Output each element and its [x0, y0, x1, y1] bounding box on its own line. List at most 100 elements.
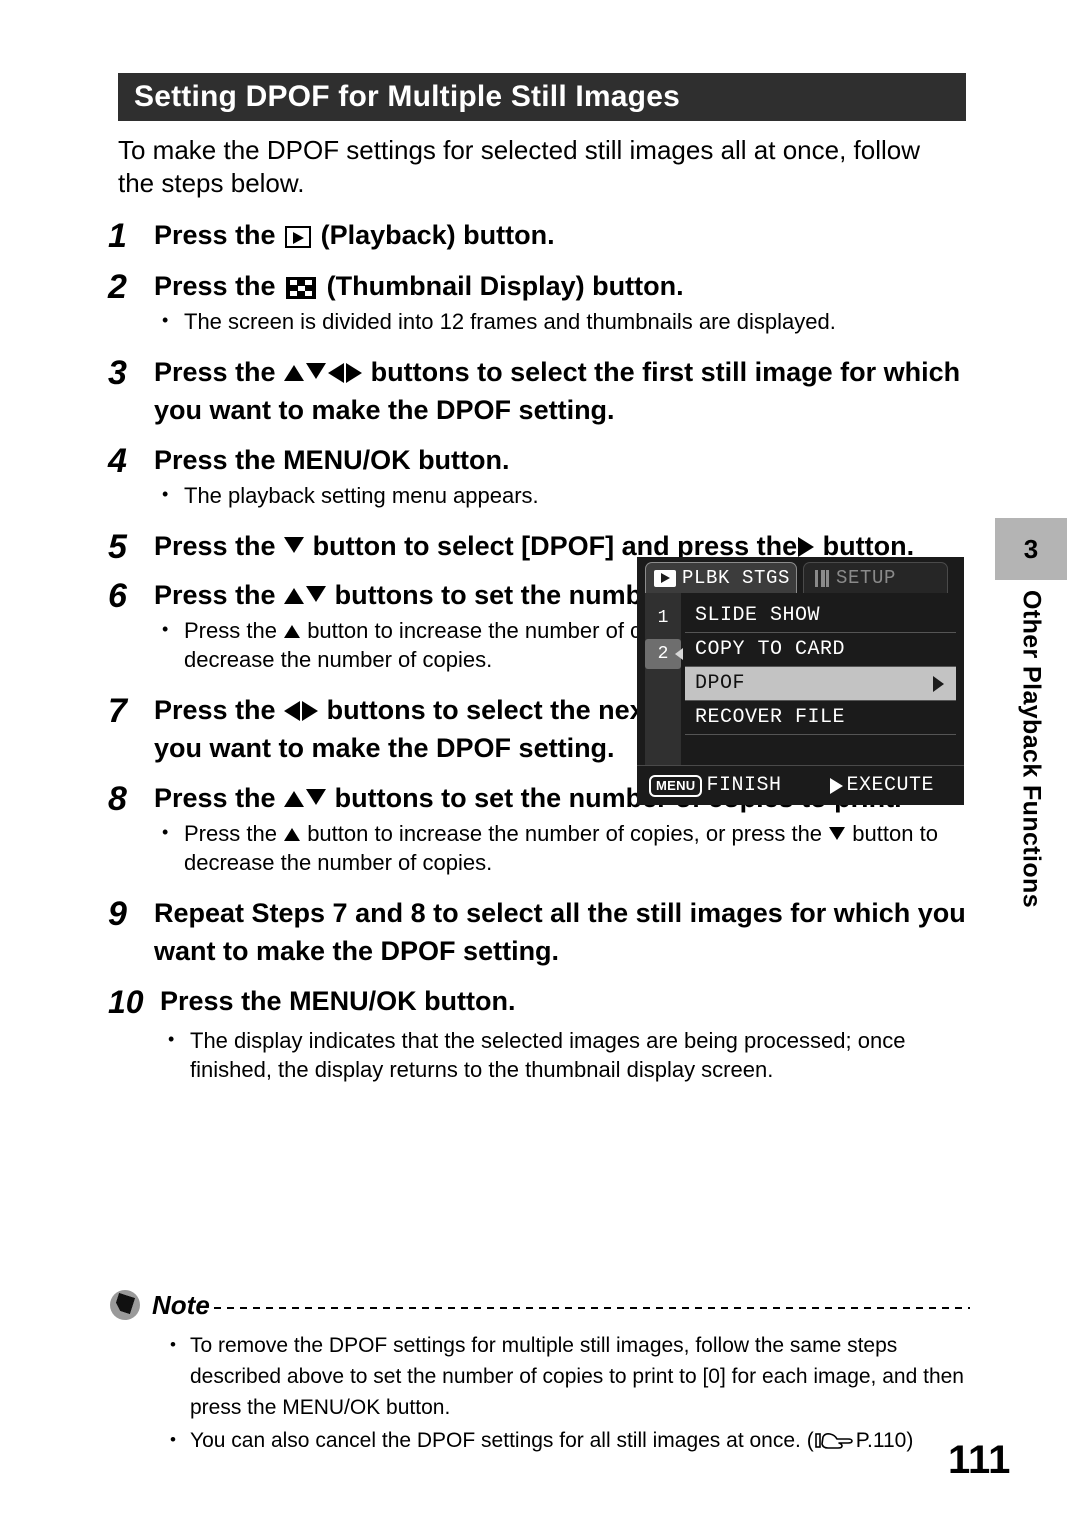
lcd-tab-label: PLBK STGS: [682, 567, 791, 589]
menu-button-chip[interactable]: MENU: [649, 774, 703, 797]
up-arrow-icon: [284, 625, 301, 638]
step-number: 3: [108, 354, 127, 392]
step-10-bullet: The display indicates that the selected …: [160, 1025, 976, 1084]
step-number: 7: [108, 692, 127, 730]
manual-page: Setting DPOF for Multiple Still Images T…: [0, 0, 1080, 1521]
step-4-bullet: The playback setting menu appears.: [154, 480, 976, 510]
note-pencil-icon: [110, 1290, 140, 1320]
step-2-bullet: The screen is divided into 12 frames and…: [154, 306, 976, 336]
down-arrow-icon: [829, 827, 846, 840]
step-4-heading: Press the MENU/OK button.: [154, 445, 510, 475]
lcd-menu-label: COPY TO CARD: [695, 638, 846, 661]
step-number: 9: [108, 895, 127, 933]
lcd-menu-item-copy-to-card[interactable]: COPY TO CARD: [685, 633, 956, 667]
chapter-tab: 3: [995, 518, 1067, 580]
step-1-text-after: (Playback) button.: [320, 220, 555, 250]
right-arrow-icon: [302, 701, 319, 721]
pointing-hand-reference-icon: [814, 1431, 855, 1451]
note-header: Note: [110, 1288, 970, 1322]
step-1-text-before: Press the: [154, 220, 276, 250]
step-8-bullet-b: button to increase the number of copies,…: [307, 821, 823, 846]
lcd-menu-item-recover-file[interactable]: RECOVER FILE: [685, 701, 956, 735]
intro-paragraph: To make the DPOF settings for selected s…: [118, 135, 921, 198]
note-divider: [213, 1307, 970, 1309]
playback-icon: [285, 226, 312, 248]
lcd-tab-label: SETUP: [836, 567, 897, 589]
lcd-menu-label: RECOVER FILE: [695, 706, 846, 729]
lcd-menu-label: DPOF: [695, 672, 746, 695]
down-arrow-icon: [306, 789, 327, 805]
left-arrow-icon: [284, 701, 301, 721]
note-reference-close: ): [906, 1429, 914, 1452]
lcd-tab-setup[interactable]: SETUP: [803, 562, 948, 593]
chapter-number: 3: [1023, 533, 1039, 564]
step-10-heading: Press the MENU/OK button.: [160, 986, 516, 1016]
lcd-menu-label: SLIDE SHOW: [695, 604, 821, 627]
up-arrow-icon: [284, 588, 305, 604]
up-arrow-icon: [284, 828, 301, 841]
step-number: 5: [108, 528, 127, 566]
down-arrow-icon: [306, 586, 327, 602]
step-number: 6: [108, 577, 127, 615]
step-2-text-after: (Thumbnail Display) button.: [326, 271, 684, 301]
note-reference-page: P.110: [855, 1429, 907, 1452]
step-5-text-before: Press the: [154, 531, 276, 561]
right-arrow-icon: [346, 363, 363, 383]
step-1: 1 Press the (Playback) button.: [108, 216, 976, 255]
note-title: Note: [152, 1289, 210, 1320]
right-arrow-icon: [829, 777, 843, 794]
lcd-tab-playback-settings[interactable]: PLBK STGS: [645, 562, 797, 593]
lcd-menu-list: SLIDE SHOW COPY TO CARD DPOF RECOVER FIL…: [685, 599, 956, 769]
right-arrow-icon: [798, 537, 815, 557]
chapter-label-vertical: Other Playback Functions: [995, 590, 1067, 980]
up-arrow-icon: [284, 791, 305, 807]
down-arrow-icon: [306, 363, 327, 379]
step-number: 1: [108, 217, 127, 255]
lcd-page-marker-1[interactable]: 1: [645, 603, 681, 633]
step-3-heading: Press the buttons to select the first st…: [154, 353, 976, 429]
lcd-menu-item-empty: [685, 735, 956, 769]
note-bullet-list: To remove the DPOF settings for multiple…: [110, 1329, 970, 1456]
up-arrow-icon: [284, 365, 305, 381]
step-9-heading: Repeat Steps 7 and 8 to select all the s…: [154, 898, 966, 966]
step-number: 2: [108, 268, 127, 306]
lcd-footer-bar: MENU FINISH EXECUTE: [637, 765, 964, 805]
camera-lcd-screenshot: PLBK STGS SETUP 1 2 SLIDE SHOW COPY TO C…: [637, 557, 964, 805]
step-4: 4 Press the MENU/OK button. The playback…: [108, 441, 976, 511]
lcd-finish-label: FINISH: [706, 774, 782, 797]
step-2: 2 Press the (Thumbnail Display) button. …: [108, 267, 976, 337]
page-title: Setting DPOF for Multiple Still Images: [134, 80, 680, 113]
step-8-text-before: Press the: [154, 783, 276, 813]
step-8-bullet-a: Press the: [184, 821, 277, 846]
lcd-execute-label: EXECUTE: [846, 774, 935, 797]
down-arrow-icon: [284, 537, 305, 553]
page-number: 111: [948, 1438, 1011, 1482]
playback-icon: [654, 569, 676, 587]
step-number: 4: [108, 442, 127, 480]
tools-icon: [812, 569, 830, 588]
note-bullet: To remove the DPOF settings for multiple…: [168, 1329, 970, 1423]
step-8-bullet: Press the button to increase the number …: [154, 818, 976, 877]
step-6-text-before: Press the: [154, 580, 276, 610]
lcd-page-indicator-column: 1 2: [645, 593, 683, 771]
lcd-menu-item-slide-show[interactable]: SLIDE SHOW: [685, 599, 956, 633]
lcd-menu-item-dpof[interactable]: DPOF: [685, 667, 956, 701]
section-title-bar: Setting DPOF for Multiple Still Images: [118, 73, 966, 121]
thumbnail-display-icon: [286, 277, 317, 299]
left-arrow-icon: [328, 363, 345, 383]
note-bullet-text: You can also cancel the DPOF settings fo…: [190, 1429, 814, 1452]
step-7-text-before: Press the: [154, 695, 276, 725]
lcd-page-marker-2[interactable]: 2: [645, 639, 683, 669]
chevron-right-icon: [933, 676, 944, 692]
step-2-text-before: Press the: [154, 271, 276, 301]
chapter-label: Other Playback Functions: [1017, 590, 1046, 909]
step-2-heading: Press the (Thumbnail Display) button.: [154, 267, 976, 305]
step-6-bullet-a: Press the: [184, 618, 277, 643]
note-block: Note To remove the DPOF settings for mul…: [110, 1288, 970, 1458]
step-9: 9 Repeat Steps 7 and 8 to select all the…: [108, 894, 976, 970]
note-bullet: You can also cancel the DPOF settings fo…: [168, 1424, 970, 1456]
step-number: 10: [108, 984, 144, 1020]
step-3: 3 Press the buttons to select the first …: [108, 353, 976, 429]
step-number: 8: [108, 780, 127, 818]
lcd-tab-bar: PLBK STGS SETUP: [637, 557, 964, 593]
